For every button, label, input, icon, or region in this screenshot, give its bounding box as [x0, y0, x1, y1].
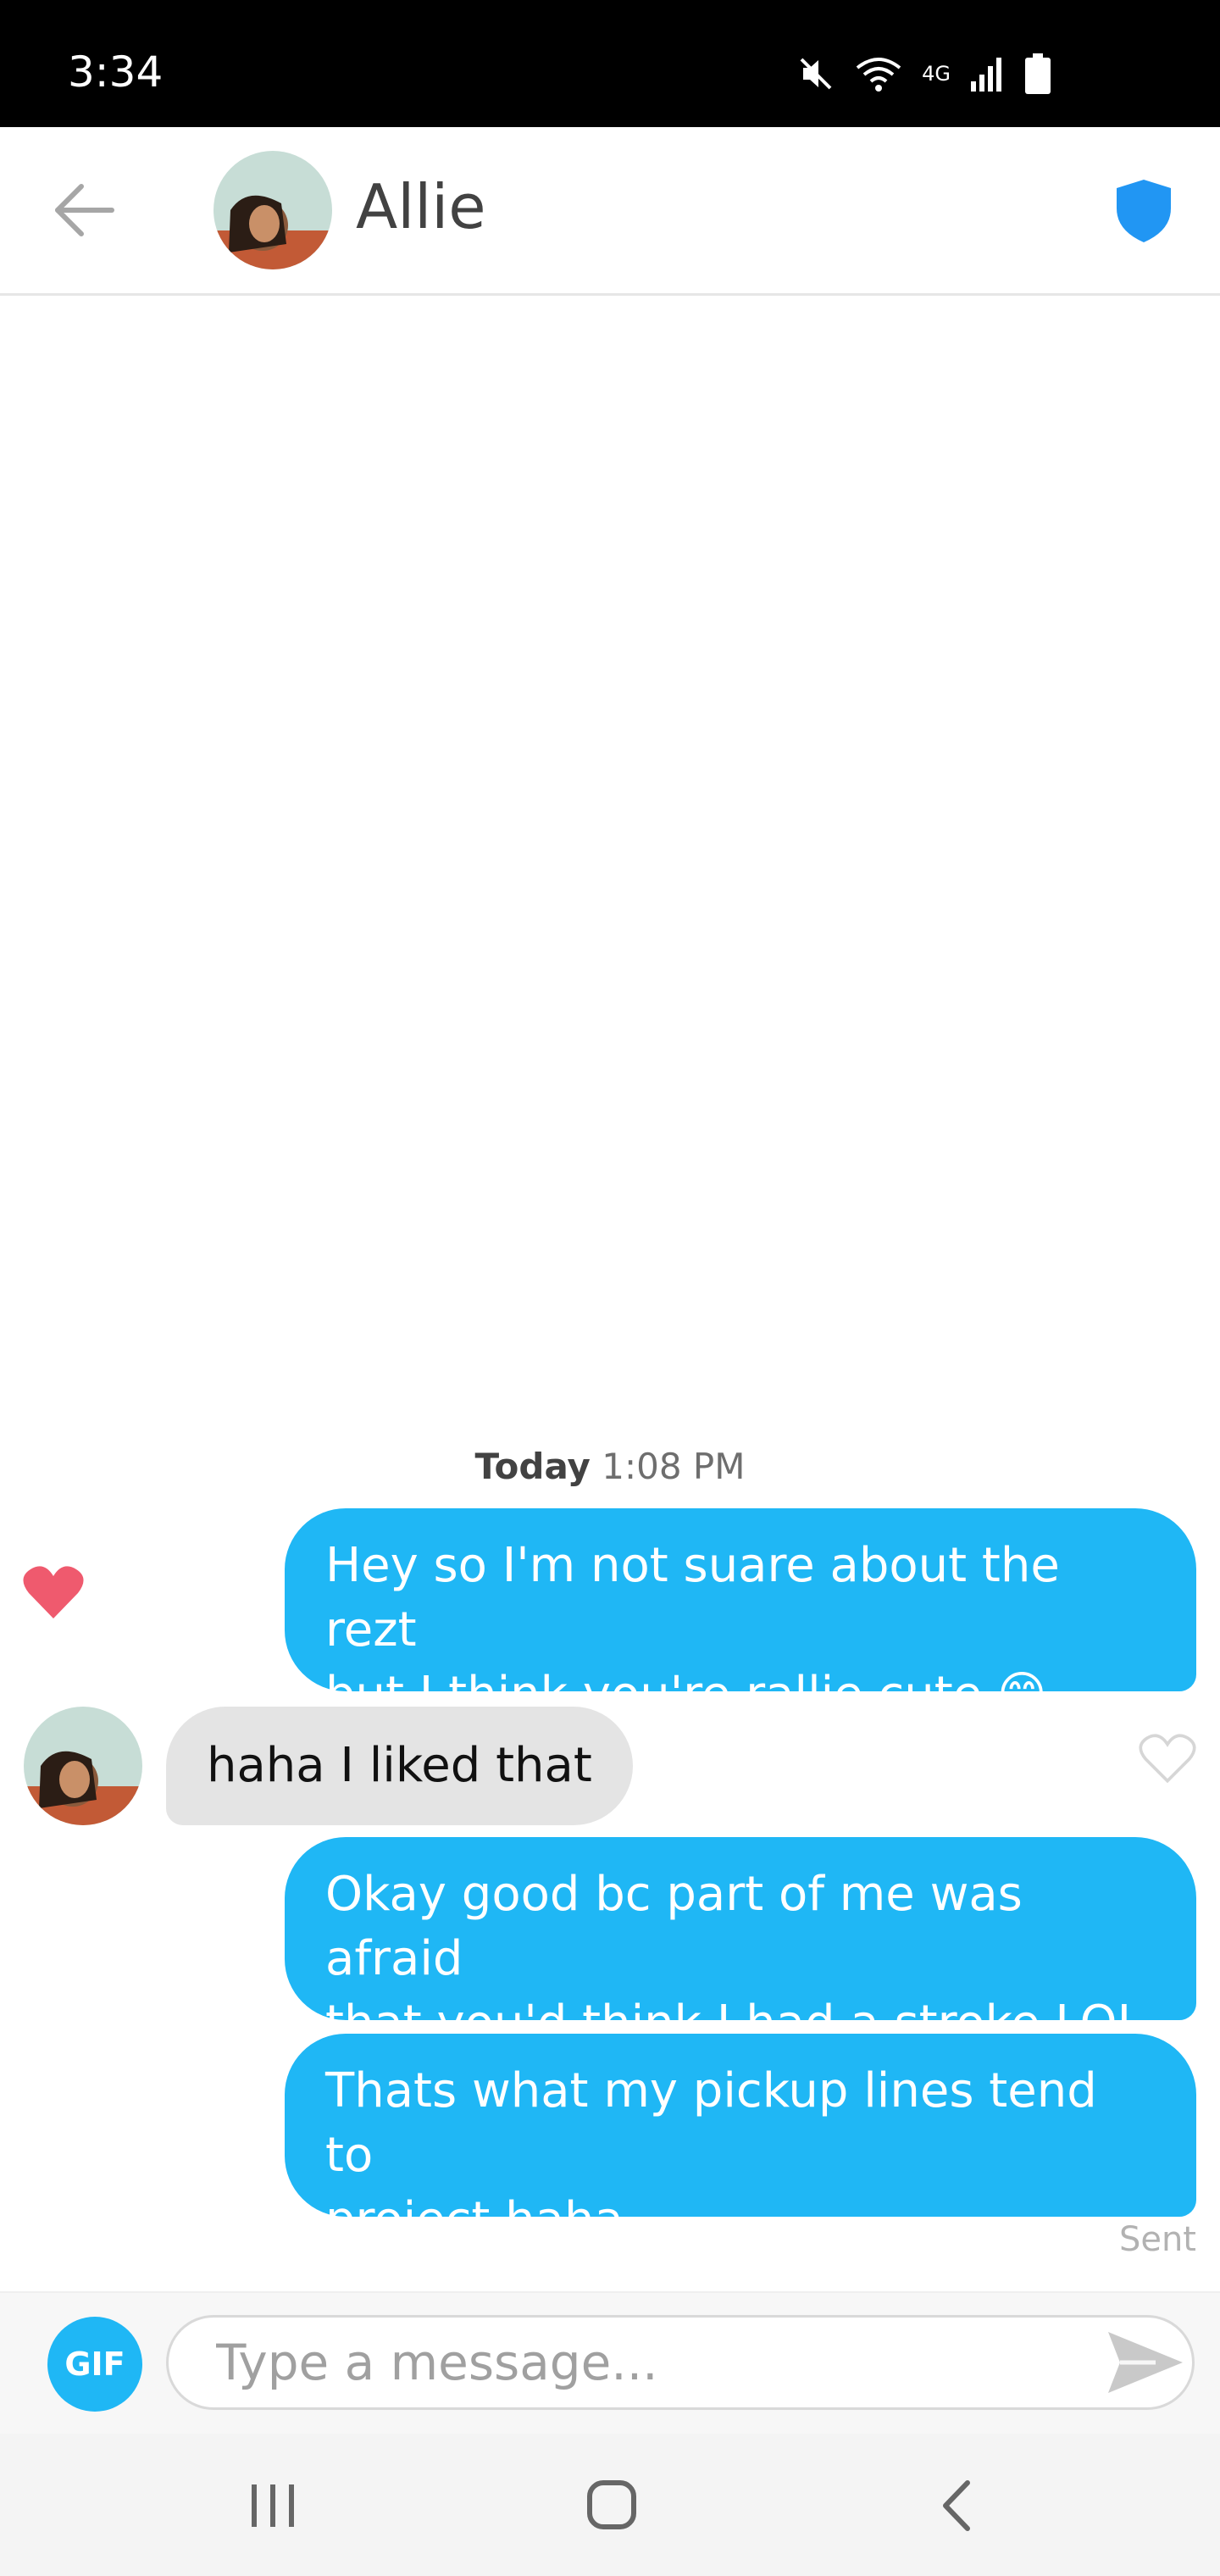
shield-icon[interactable] — [1110, 176, 1178, 244]
chat-header: Allie — [0, 127, 1220, 296]
message-bubble-sent[interactable]: Okay good bc part of me was afraid that … — [285, 1837, 1196, 2051]
back-arrow-icon[interactable] — [51, 180, 119, 241]
avatar[interactable] — [214, 151, 332, 269]
chat-timestamp: Today 1:08 PM — [0, 1446, 1220, 1487]
gif-button[interactable]: GIF — [47, 2317, 142, 2412]
match-name[interactable]: Allie — [356, 171, 486, 242]
status-time: 3:34 — [68, 47, 164, 97]
message-composer: GIF — [0, 2291, 1220, 2434]
avatar[interactable] — [24, 1707, 142, 1825]
avatar-photo-icon — [24, 1707, 142, 1825]
avatar-photo-icon — [214, 151, 332, 269]
message-line: Okay good bc part of me was afraid — [325, 1867, 1023, 1986]
message-line: Thats what my pickup lines tend to — [325, 2063, 1097, 2183]
heart-filled-icon[interactable] — [22, 1564, 85, 1620]
message-bubble-sent[interactable]: Hey so I'm not suare about the rezt but … — [285, 1508, 1196, 1722]
home-icon[interactable] — [569, 2468, 654, 2544]
back-icon[interactable] — [915, 2468, 1000, 2544]
message-input[interactable] — [166, 2315, 1195, 2410]
mute-icon — [800, 58, 832, 90]
network-label: 4G — [922, 62, 951, 86]
message-bubble-sent[interactable]: Thats what my pickup lines tend to proje… — [285, 2034, 1196, 2247]
timestamp-day: Today — [474, 1446, 591, 1487]
message-status: Sent — [1118, 2220, 1196, 2259]
status-bar: 3:34 4G — [0, 0, 1220, 127]
signal-icon — [971, 58, 1001, 92]
message-line: project haha — [325, 2192, 624, 2247]
wifi-icon — [856, 58, 901, 92]
system-nav-bar — [0, 2434, 1220, 2576]
heart-outline-icon[interactable] — [1139, 1732, 1196, 1785]
message-text: haha I liked that — [207, 1738, 592, 1793]
recent-apps-icon[interactable] — [230, 2468, 315, 2544]
timestamp-time: 1:08 PM — [602, 1446, 746, 1487]
battery-icon — [1025, 53, 1051, 94]
send-icon[interactable] — [1105, 2327, 1186, 2398]
message-line: Hey so I'm not suare about the rezt — [325, 1538, 1060, 1657]
status-icons: 4G — [796, 53, 1051, 95]
message-bubble-received[interactable]: haha I liked that — [166, 1707, 633, 1825]
